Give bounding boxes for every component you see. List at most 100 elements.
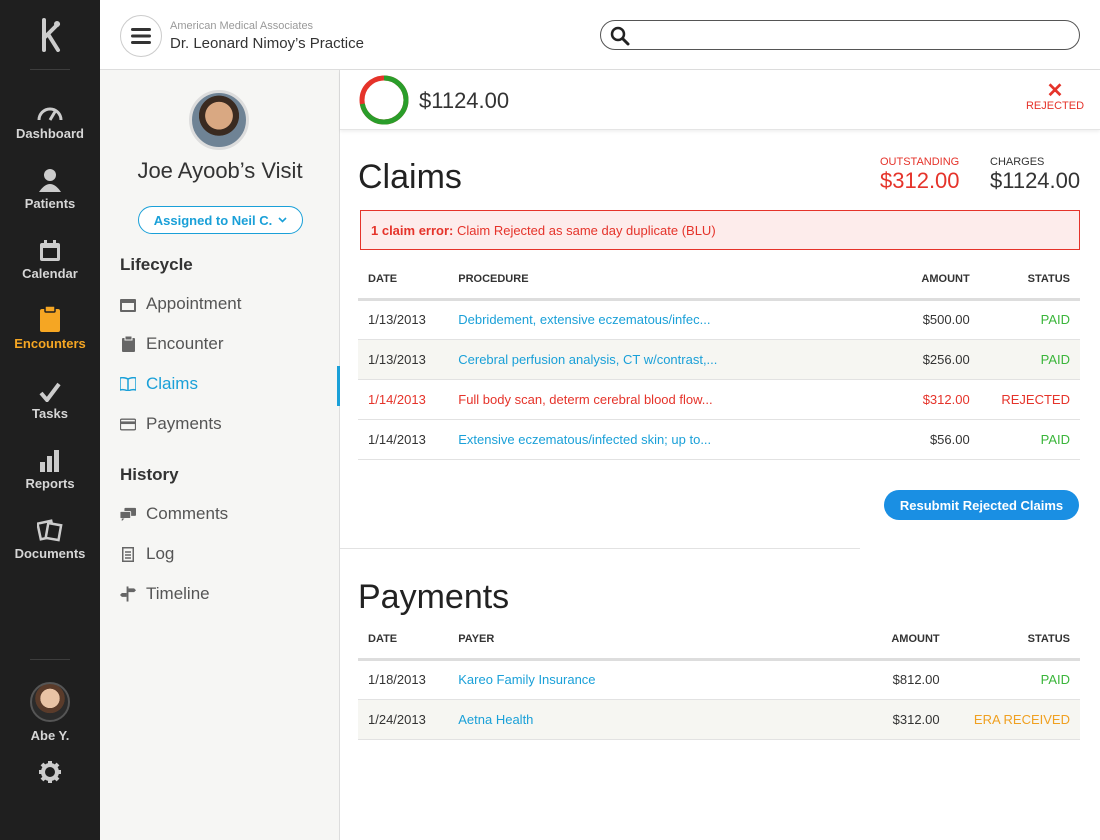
sidebar-item-payments[interactable]: Payments (120, 404, 340, 444)
charges-stat: CHARGES $1124.00 (990, 156, 1080, 194)
menu-button[interactable] (120, 15, 162, 57)
clipboard-icon (0, 306, 100, 332)
close-icon: ✕ (1046, 80, 1064, 102)
claim-date: 1/13/2013 (358, 299, 449, 340)
nav-calendar[interactable]: Calendar (0, 236, 100, 296)
column-header-procedure[interactable]: PROCEDURE (448, 261, 840, 301)
gauge-icon (0, 96, 100, 122)
column-header-payer[interactable]: PAYER (448, 621, 850, 661)
claim-procedure-link[interactable]: Debridement, extensive eczematous/infec.… (448, 299, 840, 340)
search-icon[interactable] (610, 26, 630, 51)
visit-sidebar: Joe Ayoob’s Visit Assigned to Neil C. Li… (100, 70, 340, 840)
nav-encounters[interactable]: Encounters (0, 306, 100, 366)
practice-name[interactable]: Dr. Leonard Nimoy’s Practice (170, 35, 364, 52)
claim-status: PAID (979, 339, 1080, 380)
lifecycle-heading: Lifecycle (120, 255, 193, 274)
claim-date: 1/14/2013 (358, 419, 449, 460)
nav-documents[interactable]: Documents (0, 516, 100, 576)
top-bar: American Medical Associates Dr. Leonard … (100, 0, 1100, 70)
history-heading: History (120, 465, 179, 484)
current-user[interactable]: Abe Y. (0, 682, 100, 743)
nav-label: Tasks (32, 406, 68, 421)
sidebar-item-encounter[interactable]: Encounter (120, 324, 340, 364)
rail-separator (30, 659, 70, 660)
visit-title: Joe Ayoob’s Visit (137, 158, 303, 183)
column-header-amount[interactable]: AMOUNT (849, 621, 950, 661)
nav-tasks[interactable]: Tasks (0, 376, 100, 436)
sidebar-item-appointment[interactable]: Appointment (120, 284, 340, 324)
payment-date: 1/24/2013 (358, 699, 449, 740)
search-input[interactable] (637, 25, 1067, 45)
nav-dashboard[interactable]: Dashboard (0, 96, 100, 156)
nav-patients[interactable]: Patients (0, 166, 100, 226)
section-divider (340, 548, 860, 549)
payments-table: DATE PAYER AMOUNT STATUS 1/18/2013 Kareo… (358, 621, 1080, 740)
patient-avatar (189, 90, 249, 150)
payer-link[interactable]: Aetna Health (448, 699, 850, 740)
payment-amount: $812.00 (849, 659, 950, 700)
practice-org: American Medical Associates (170, 20, 314, 32)
resubmit-rejected-claims-button[interactable]: Resubmit Rejected Claims (884, 490, 1079, 520)
sidebar-item-label: Log (146, 544, 175, 563)
payments-title: Payments (358, 578, 510, 616)
column-header-date[interactable]: DATE (358, 261, 449, 301)
nav-label: Patients (24, 196, 76, 211)
user-name: Abe Y. (30, 728, 70, 743)
status-badge[interactable]: ✕ REJECTED (1020, 80, 1090, 112)
claim-procedure-link[interactable]: Cerebral perfusion analysis, CT w/contra… (448, 339, 840, 380)
sidebar-item-log[interactable]: Log (120, 534, 340, 574)
nav-label: Dashboard (16, 126, 84, 141)
nav-label: Reports (25, 476, 75, 491)
sidebar-item-comments[interactable]: Comments (120, 494, 340, 534)
sidebar-item-timeline[interactable]: Timeline (120, 574, 340, 614)
payment-status: ERA RECEIVED (949, 699, 1080, 740)
claim-status: PAID (979, 299, 1080, 340)
calendar-icon (120, 296, 136, 312)
sidebar-item-label: Comments (146, 504, 229, 523)
sidebar-item-label: Payments (146, 414, 222, 433)
documents-icon (0, 516, 100, 542)
chevron-down-icon (278, 217, 287, 223)
table-row[interactable]: 1/14/2013 Full body scan, determ cerebra… (358, 379, 1080, 420)
gear-icon[interactable] (38, 760, 62, 784)
table-row[interactable]: 1/24/2013 Aetna Health $312.00 ERA RECEI… (358, 699, 1080, 740)
rail-separator (30, 69, 70, 70)
table-row[interactable]: 1/13/2013 Cerebral perfusion analysis, C… (358, 339, 1080, 380)
claim-amount: $312.00 (839, 379, 980, 420)
sidebar-item-claims[interactable]: Claims (120, 364, 340, 406)
assigned-label: Assigned to Neil C. (153, 212, 273, 228)
column-header-date[interactable]: DATE (358, 621, 449, 661)
sidebar-item-label: Encounter (146, 334, 224, 353)
payment-amount: $312.00 (849, 699, 950, 740)
claim-date: 1/13/2013 (358, 339, 449, 380)
calendar-icon (0, 236, 100, 262)
outstanding-value: $312.00 (880, 168, 960, 193)
column-header-status[interactable]: STATUS (949, 621, 1080, 661)
table-row[interactable]: 1/13/2013 Debridement, extensive eczemat… (358, 299, 1080, 340)
person-icon (0, 166, 100, 192)
payer-link[interactable]: Kareo Family Insurance (448, 659, 850, 700)
payment-status: PAID (949, 659, 1080, 700)
comments-icon (120, 506, 136, 522)
claim-status: PAID (979, 419, 1080, 460)
column-header-status[interactable]: STATUS (979, 261, 1080, 301)
table-row[interactable]: 1/14/2013 Extensive eczematous/infected … (358, 419, 1080, 460)
claim-procedure-link[interactable]: Full body scan, determ cerebral blood fl… (448, 379, 840, 420)
nav-label: Encounters (14, 336, 86, 351)
claim-amount: $56.00 (839, 419, 980, 460)
nav-label: Documents (14, 546, 86, 561)
nav-reports[interactable]: Reports (0, 446, 100, 506)
sidebar-item-label: Claims (146, 374, 198, 393)
sidebar-item-label: Appointment (146, 294, 242, 313)
outstanding-label: OUTSTANDING (880, 156, 960, 168)
claim-date: 1/14/2013 (358, 379, 449, 420)
hamburger-icon (131, 28, 151, 44)
claim-amount: $256.00 (839, 339, 980, 380)
claim-procedure-link[interactable]: Extensive eczematous/infected skin; up t… (448, 419, 840, 460)
claim-status: REJECTED (979, 379, 1080, 420)
kareo-logo[interactable] (0, 18, 100, 52)
status-text: REJECTED (1025, 100, 1085, 112)
table-row[interactable]: 1/18/2013 Kareo Family Insurance $812.00… (358, 659, 1080, 700)
assigned-dropdown[interactable]: Assigned to Neil C. (138, 206, 303, 234)
column-header-amount[interactable]: AMOUNT (839, 261, 980, 301)
